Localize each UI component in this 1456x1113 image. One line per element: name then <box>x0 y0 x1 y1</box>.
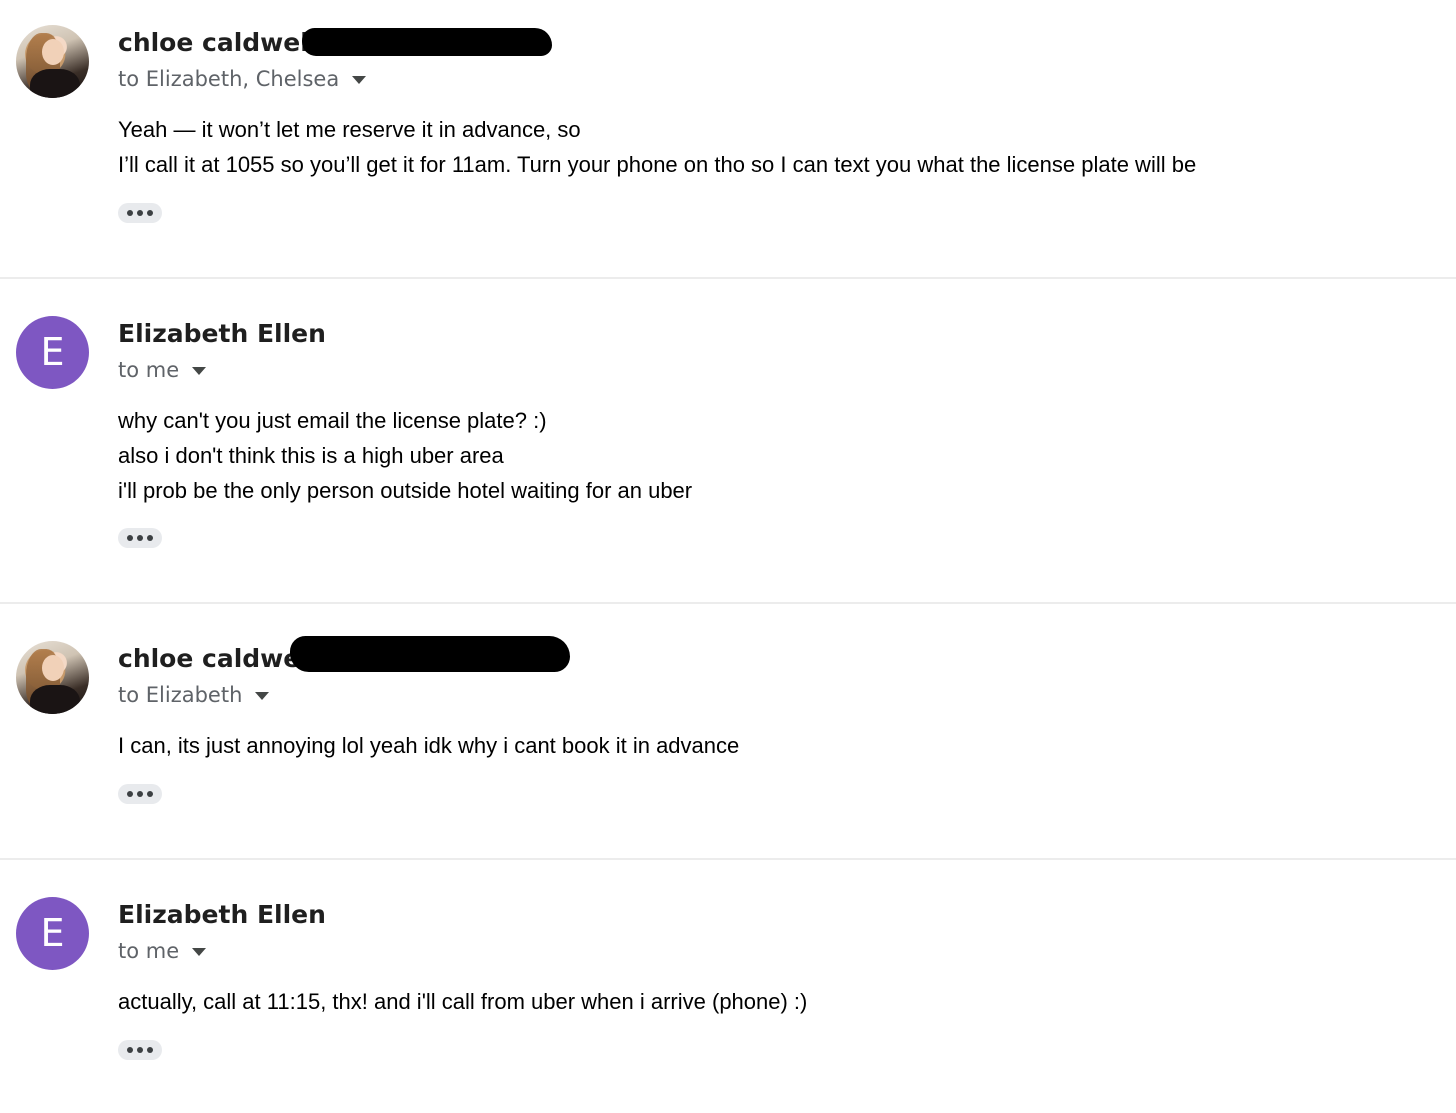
message-divider <box>0 602 1456 604</box>
redaction-mark <box>302 28 552 56</box>
message-body: I can, its just annoying lol yeah idk wh… <box>118 728 739 763</box>
caret-down-icon[interactable] <box>192 948 207 956</box>
sender-name[interactable]: Elizabeth Ellen <box>118 900 326 929</box>
recipients-label: to Elizabeth, Chelsea <box>118 67 340 91</box>
body-line: actually, call at 11:15, thx! and i'll c… <box>118 989 808 1014</box>
sender-avatar[interactable] <box>16 641 89 714</box>
body-line: i'll prob be the only person outside hot… <box>118 478 693 503</box>
show-trimmed-content-button[interactable] <box>118 203 162 223</box>
message-body: Yeah — it won’t let me reserve it in adv… <box>118 112 1196 182</box>
message-divider <box>0 277 1456 279</box>
sender-name[interactable]: chloe caldwell <box>118 28 317 57</box>
body-line: also i don't think this is a high uber a… <box>118 443 504 468</box>
recipients-label: to me <box>118 358 180 382</box>
message-divider <box>0 858 1456 860</box>
more-horizontal-icon <box>127 1047 133 1053</box>
body-line: I can, its just annoying lol yeah idk wh… <box>118 733 740 758</box>
recipients-line[interactable]: to me <box>118 939 207 963</box>
body-line: Yeah — it won’t let me reserve it in adv… <box>118 117 581 142</box>
body-line: I’ll call it at 1055 so you’ll get it fo… <box>118 152 1197 177</box>
recipients-line[interactable]: to Elizabeth, Chelsea <box>118 67 367 91</box>
message-body: actually, call at 11:15, thx! and i'll c… <box>118 984 807 1019</box>
sender-name[interactable]: chloe caldwell <box>118 644 317 673</box>
body-line: why can't you just email the license pla… <box>118 408 547 433</box>
caret-down-icon[interactable] <box>192 367 207 375</box>
sender-avatar[interactable]: E <box>16 897 89 970</box>
sender-avatar[interactable]: E <box>16 316 89 389</box>
recipients-line[interactable]: to Elizabeth <box>118 683 270 707</box>
caret-down-icon[interactable] <box>352 76 367 84</box>
show-trimmed-content-button[interactable] <box>118 784 162 804</box>
show-trimmed-content-button[interactable] <box>118 1040 162 1060</box>
sender-avatar[interactable] <box>16 25 89 98</box>
caret-down-icon[interactable] <box>255 692 270 700</box>
show-trimmed-content-button[interactable] <box>118 528 162 548</box>
recipients-label: to me <box>118 939 180 963</box>
message-body: why can't you just email the license pla… <box>118 403 692 508</box>
more-horizontal-icon <box>127 535 133 541</box>
more-horizontal-icon <box>127 210 133 216</box>
recipients-line[interactable]: to me <box>118 358 207 382</box>
recipients-label: to Elizabeth <box>118 683 243 707</box>
redaction-mark <box>290 636 570 672</box>
sender-name[interactable]: Elizabeth Ellen <box>118 319 326 348</box>
more-horizontal-icon <box>127 791 133 797</box>
